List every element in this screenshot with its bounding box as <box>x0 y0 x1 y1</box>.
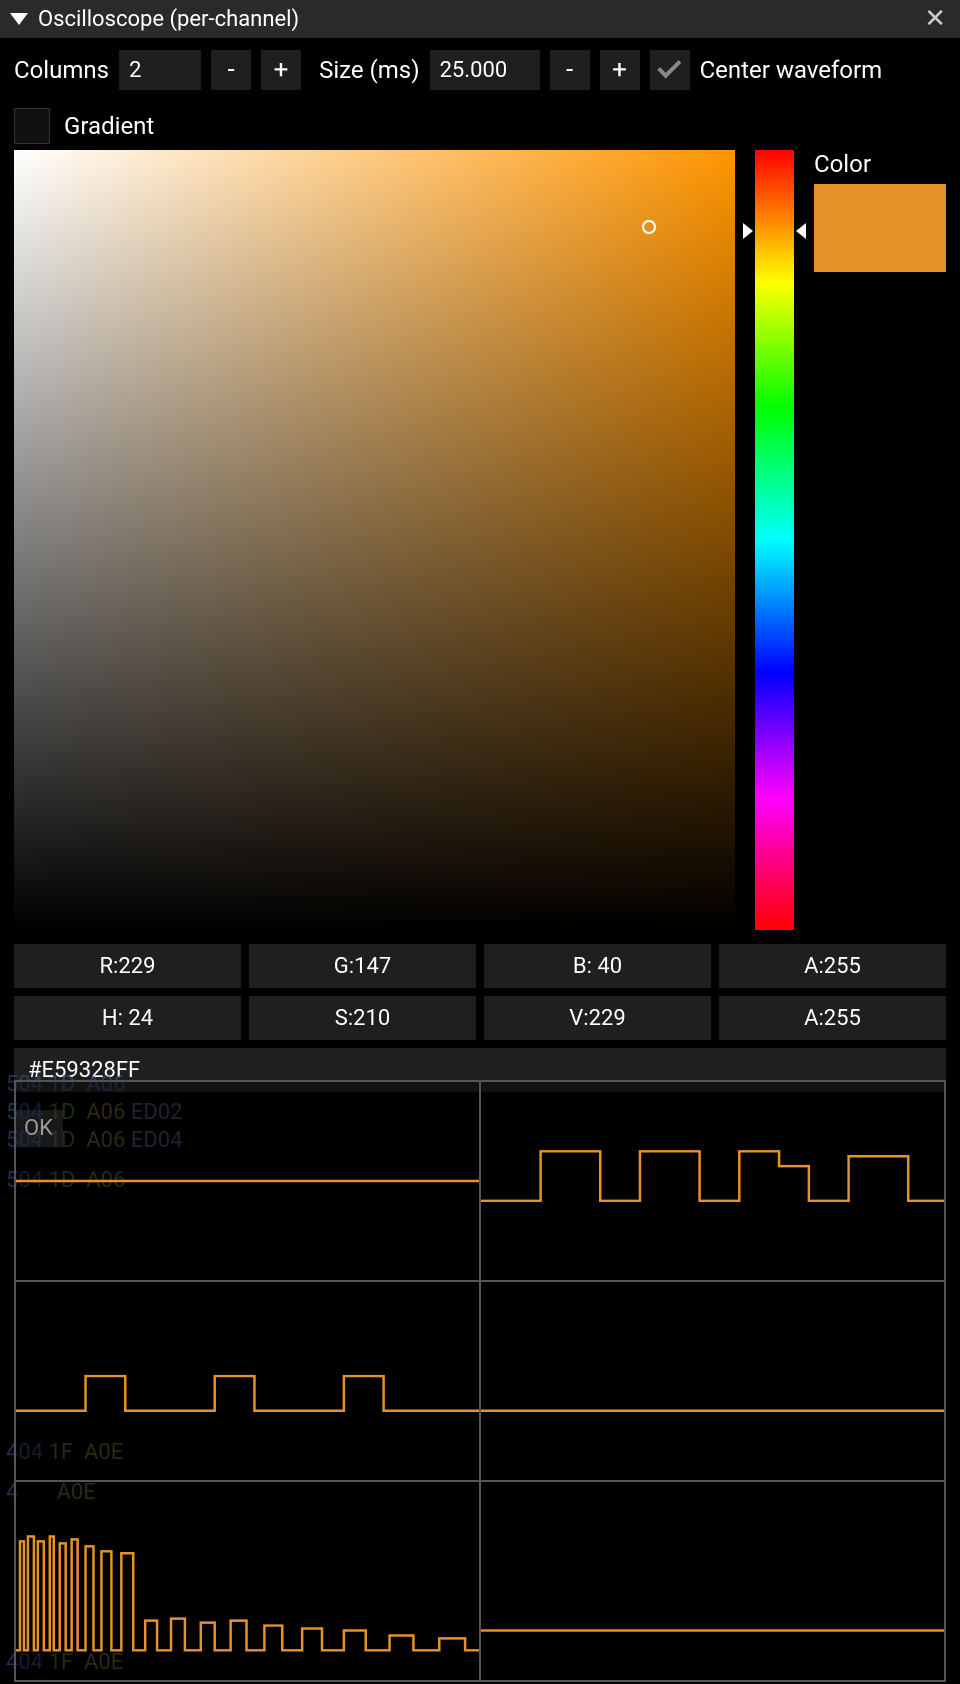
columns-minus-button[interactable]: - <box>211 50 251 90</box>
gradient-row: Gradient <box>0 108 960 150</box>
saturation-value-box[interactable] <box>14 150 735 930</box>
v-input[interactable]: V:229 <box>484 996 711 1040</box>
gradient-label: Gradient <box>64 112 154 140</box>
gradient-swatch[interactable] <box>14 108 50 144</box>
color-label: Color <box>814 150 946 178</box>
toolbar: Columns 2 - + Size (ms) 25.000 - + Cente… <box>0 38 960 108</box>
columns-input[interactable]: 2 <box>119 50 201 90</box>
color-preview-column: Color <box>814 150 946 930</box>
oscilloscope-panel <box>14 1080 946 1682</box>
window-title: Oscilloscope (per-channel) <box>38 7 920 32</box>
check-icon <box>657 54 681 78</box>
center-waveform-checkbox[interactable] <box>650 50 690 90</box>
center-waveform-label: Center waveform <box>700 56 883 84</box>
scope-ch6 <box>480 1481 945 1681</box>
scope-ch5 <box>15 1481 480 1681</box>
hue-arrow-left-icon <box>743 223 753 239</box>
titlebar: Oscilloscope (per-channel) ✕ <box>0 0 960 38</box>
size-plus-button[interactable]: + <box>600 50 640 90</box>
a-hsv-input[interactable]: A:255 <box>719 996 946 1040</box>
columns-plus-button[interactable]: + <box>261 50 301 90</box>
b-input[interactable]: B: 40 <box>484 944 711 988</box>
hue-slider[interactable] <box>755 150 794 930</box>
collapse-icon[interactable] <box>10 13 28 25</box>
r-input[interactable]: R:229 <box>14 944 241 988</box>
color-preview-swatch <box>814 184 946 272</box>
s-input[interactable]: S:210 <box>249 996 476 1040</box>
size-label: Size (ms) <box>319 56 420 84</box>
scope-ch4 <box>480 1281 945 1481</box>
h-input[interactable]: H: 24 <box>14 996 241 1040</box>
size-input[interactable]: 25.000 <box>430 50 540 90</box>
columns-label: Columns <box>14 56 109 84</box>
size-minus-button[interactable]: - <box>550 50 590 90</box>
hue-arrow-right-icon <box>796 223 806 239</box>
a-rgb-input[interactable]: A:255 <box>719 944 946 988</box>
sv-cursor-icon <box>642 220 656 234</box>
scope-ch1 <box>15 1081 480 1281</box>
scope-ch2 <box>480 1081 945 1281</box>
color-picker: Color <box>0 150 960 930</box>
close-icon[interactable]: ✕ <box>920 4 950 34</box>
scope-ch3 <box>15 1281 480 1481</box>
g-input[interactable]: G:147 <box>249 944 476 988</box>
